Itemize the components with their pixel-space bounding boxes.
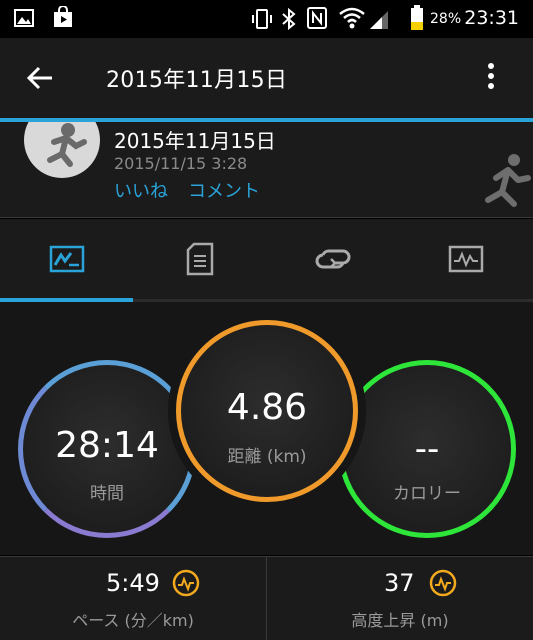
- time-label: 時間: [90, 484, 124, 504]
- laps-icon: [315, 249, 350, 269]
- calories-label: カロリー: [393, 484, 461, 504]
- nfc-icon: [307, 7, 327, 29]
- image-icon: [14, 9, 34, 27]
- elevation-stat[interactable]: 37 高度上昇 (m): [267, 557, 533, 640]
- bottom-stats: 5:49 ペース (分／km) 37 高度上昇 (m): [0, 556, 533, 640]
- elevation-label: 高度上昇 (m): [351, 611, 449, 630]
- app-bar: 2015年11月15日: [0, 38, 533, 118]
- tab-charts[interactable]: [399, 219, 532, 299]
- battery-percent: 28%: [430, 11, 462, 27]
- pace-value: 5:49: [106, 569, 160, 597]
- comment-link[interactable]: コメント: [188, 177, 260, 203]
- activity-datetime: 2015/11/15 3:28: [114, 154, 248, 173]
- calories-value: --: [414, 429, 440, 469]
- elevation-badge-icon: [429, 569, 457, 597]
- pace-badge-icon: [172, 569, 200, 597]
- time-stat-ring[interactable]: 28:14 時間: [18, 360, 196, 538]
- running-icon: [485, 154, 531, 207]
- wifi-icon: [339, 7, 365, 29]
- tab-details[interactable]: [133, 219, 266, 299]
- calories-stat-ring[interactable]: -- カロリー: [338, 360, 516, 538]
- clock: 23:31: [464, 7, 519, 29]
- tab-laps[interactable]: [266, 219, 399, 299]
- page-title: 2015年11月15日: [106, 68, 288, 93]
- arrow-back-icon[interactable]: [26, 64, 54, 92]
- more-vertical-icon[interactable]: [480, 60, 502, 96]
- bluetooth-icon: [282, 7, 296, 31]
- vibrate-icon: [252, 9, 272, 29]
- activity-title: 2015年11月15日: [114, 129, 276, 153]
- runner-avatar-icon: [47, 123, 87, 167]
- pace-stat[interactable]: 5:49 ペース (分／km): [0, 557, 266, 640]
- distance-stat-ring[interactable]: 4.86 距離 (km): [176, 320, 358, 502]
- charts-icon: [448, 245, 483, 273]
- tab-overview[interactable]: [0, 219, 133, 299]
- tab-bar: [0, 219, 533, 303]
- signal-icon: [370, 11, 388, 29]
- activity-header: 2015年11月15日 2015/11/15 3:28 いいね コメント: [0, 122, 533, 218]
- distance-label: 距離 (km): [227, 447, 307, 467]
- overview-icon: [49, 245, 84, 273]
- pace-label: ペース (分／km): [72, 611, 194, 630]
- distance-value: 4.86: [226, 387, 308, 428]
- like-link[interactable]: いいね: [114, 177, 168, 203]
- time-value: 28:14: [55, 425, 159, 466]
- status-bar: 28% 23:31: [0, 0, 533, 38]
- elevation-value: 37: [384, 569, 415, 597]
- avatar[interactable]: [24, 122, 100, 178]
- shop-bag-icon: [54, 6, 72, 27]
- battery-icon: [411, 5, 423, 30]
- details-icon: [186, 242, 213, 276]
